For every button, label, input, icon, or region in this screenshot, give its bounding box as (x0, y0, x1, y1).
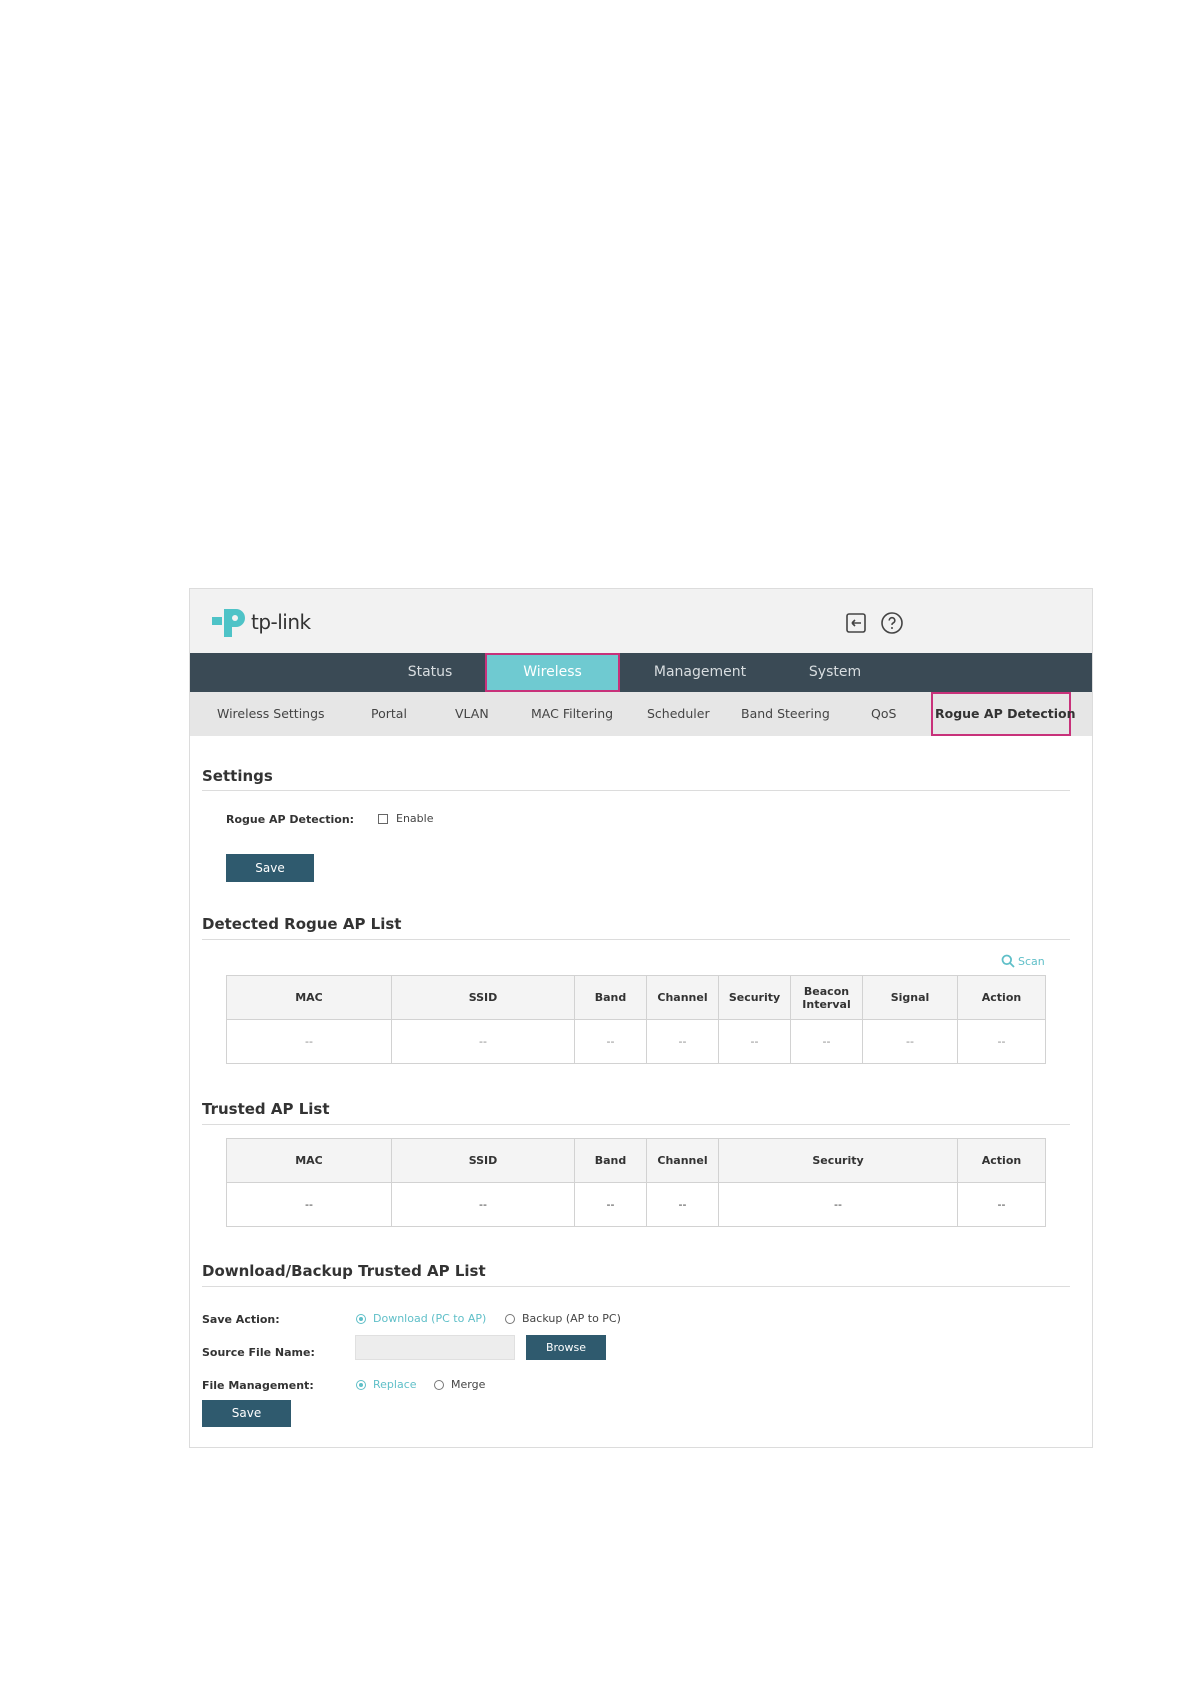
subnav-mac-filtering[interactable]: MAC Filtering (531, 692, 613, 736)
download-save-button[interactable]: Save (202, 1400, 291, 1427)
column-header: Action (957, 975, 1046, 1020)
source-file-input[interactable] (355, 1335, 515, 1360)
column-header: Action (957, 1138, 1046, 1183)
enable-checkbox[interactable] (378, 814, 388, 824)
detected-list-title: Detected Rogue AP List (202, 915, 402, 933)
tp-link-logo-icon (212, 609, 245, 637)
merge-option-label: Merge (451, 1378, 486, 1391)
trusted-ap-table: MAC SSID Band Channel Security Action --… (226, 1138, 1046, 1227)
column-header: SSID (391, 975, 575, 1020)
divider (202, 1124, 1070, 1125)
tab-status[interactable]: Status (380, 653, 480, 692)
divider (202, 1286, 1070, 1287)
table-cell: -- (718, 1182, 958, 1227)
logo-text: tp-link (251, 610, 311, 634)
table-header-row: MAC SSID Band Channel Security Beacon In… (226, 975, 1046, 1020)
table-cell: -- (718, 1019, 791, 1064)
subnav-band-steering[interactable]: Band Steering (741, 692, 830, 736)
download-option-label: Download (PC to AP) (373, 1312, 487, 1325)
column-header: Band (574, 975, 647, 1020)
merge-radio[interactable] (434, 1380, 444, 1390)
subnav-portal[interactable]: Portal (371, 692, 407, 736)
subnav-rogue-ap-detection[interactable]: Rogue AP Detection (931, 692, 1076, 736)
table-cell: -- (646, 1182, 719, 1227)
column-header: SSID (391, 1138, 575, 1183)
column-header: Channel (646, 975, 719, 1020)
tab-wireless[interactable]: Wireless (485, 653, 620, 692)
router-admin-window: tp-link Status Wireless Management Syste… (189, 588, 1093, 1448)
save-action-label: Save Action: (202, 1313, 280, 1326)
table-header-row: MAC SSID Band Channel Security Action (226, 1138, 1046, 1183)
table-cell: -- (957, 1182, 1046, 1227)
enable-label: Enable (396, 812, 434, 825)
settings-save-button[interactable]: Save (226, 854, 314, 882)
backup-option-label: Backup (AP to PC) (522, 1312, 621, 1325)
column-header: Signal (862, 975, 958, 1020)
subnav-vlan[interactable]: VLAN (455, 692, 489, 736)
settings-title: Settings (202, 767, 273, 785)
download-radio[interactable] (356, 1314, 366, 1324)
tab-management[interactable]: Management (640, 653, 760, 692)
divider (202, 939, 1070, 940)
backup-radio[interactable] (505, 1314, 515, 1324)
trusted-list-title: Trusted AP List (202, 1100, 330, 1118)
help-icon[interactable] (880, 611, 904, 635)
table-cell: -- (957, 1019, 1046, 1064)
table-cell: -- (790, 1019, 863, 1064)
column-header: MAC (226, 975, 392, 1020)
table-cell: -- (391, 1019, 575, 1064)
divider (202, 790, 1070, 791)
column-header: Security (718, 975, 791, 1020)
sub-nav: Wireless Settings Portal VLAN MAC Filter… (190, 692, 1092, 736)
main-nav: Status Wireless Management System (190, 653, 1092, 692)
table-row: -- -- -- -- -- -- (226, 1182, 1046, 1227)
table-cell: -- (391, 1182, 575, 1227)
table-cell: -- (574, 1019, 647, 1064)
subnav-scheduler[interactable]: Scheduler (647, 692, 710, 736)
replace-radio[interactable] (356, 1380, 366, 1390)
column-header: Channel (646, 1138, 719, 1183)
source-file-name-label: Source File Name: (202, 1346, 315, 1359)
replace-option-label: Replace (373, 1378, 417, 1391)
detected-rogue-ap-table: MAC SSID Band Channel Security Beacon In… (226, 975, 1046, 1064)
table-row: -- -- -- -- -- -- -- -- (226, 1019, 1046, 1064)
table-cell: -- (574, 1182, 647, 1227)
logout-icon[interactable] (844, 611, 868, 635)
table-cell: -- (862, 1019, 958, 1064)
subnav-qos[interactable]: QoS (871, 692, 896, 736)
subnav-wireless-settings[interactable]: Wireless Settings (217, 692, 325, 736)
tab-system[interactable]: System (785, 653, 885, 692)
tp-link-logo: tp-link (210, 603, 311, 641)
file-management-label: File Management: (202, 1379, 314, 1392)
rogue-ap-detection-label: Rogue AP Detection: (226, 813, 355, 826)
scan-label: Scan (1018, 954, 1045, 968)
download-backup-title: Download/Backup Trusted AP List (202, 1262, 486, 1280)
column-header: MAC (226, 1138, 392, 1183)
table-cell: -- (226, 1019, 392, 1064)
column-header: Band (574, 1138, 647, 1183)
table-cell: -- (226, 1182, 392, 1227)
column-header: Security (718, 1138, 958, 1183)
column-header: Beacon Interval (790, 975, 863, 1020)
scan-button[interactable]: Scan (1001, 954, 1045, 968)
browse-button[interactable]: Browse (526, 1335, 606, 1360)
header-bar: tp-link (190, 589, 1092, 653)
table-cell: -- (646, 1019, 719, 1064)
search-icon (1001, 954, 1015, 968)
